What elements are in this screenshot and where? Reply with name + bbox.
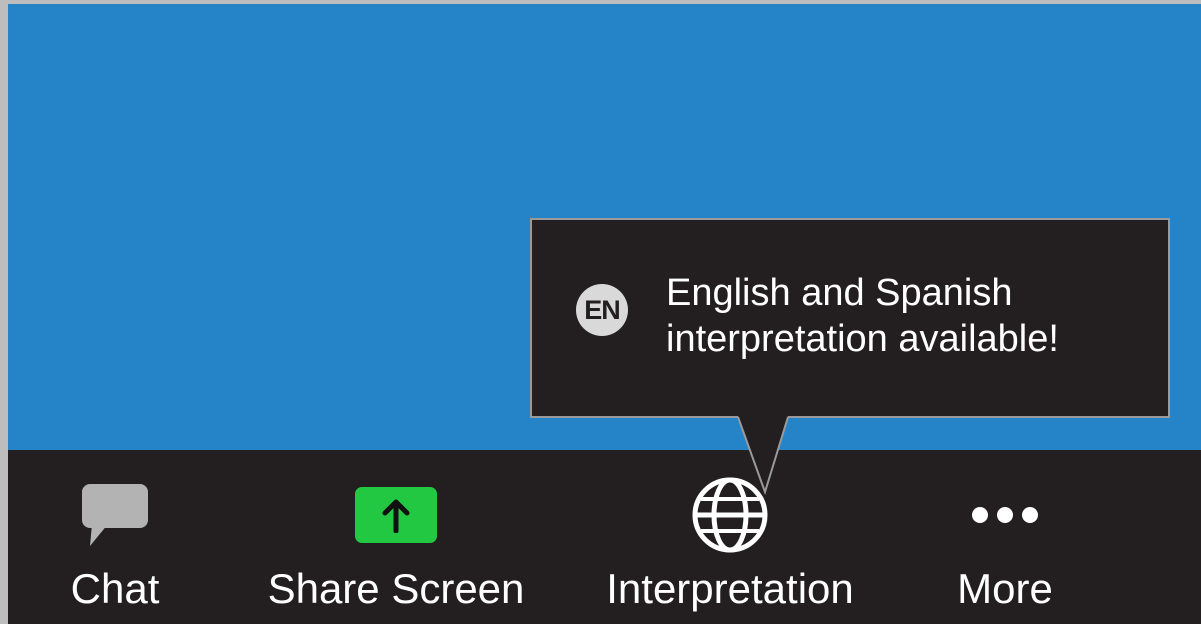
ellipsis-icon xyxy=(972,507,1038,523)
meeting-window: Chat Share Screen Interpretation More EN… xyxy=(0,0,1201,624)
share-screen-arrow-icon xyxy=(355,487,437,543)
interpretation-icon-wrap xyxy=(690,477,770,553)
share-screen-button[interactable]: Share Screen xyxy=(246,480,546,614)
more-icon-wrap xyxy=(970,480,1040,550)
chat-icon-wrap xyxy=(80,480,150,550)
tooltip-line-1: English and Spanish xyxy=(666,272,1013,314)
tooltip-line-2: interpretation available! xyxy=(666,318,1059,360)
meeting-toolbar: Chat Share Screen Interpretation More xyxy=(8,450,1201,624)
share-screen-label: Share Screen xyxy=(267,565,525,612)
chat-label: Chat xyxy=(70,565,160,612)
more-label: More xyxy=(957,565,1053,612)
interpretation-label: Interpretation xyxy=(606,565,854,612)
globe-icon xyxy=(692,477,768,553)
share-icon-wrap xyxy=(355,480,437,550)
chat-button[interactable]: Chat xyxy=(55,480,175,614)
chat-bubble-icon xyxy=(82,484,148,546)
interpretation-tooltip: EN English and Spanish interpretation av… xyxy=(530,218,1170,418)
more-button[interactable]: More xyxy=(930,480,1080,614)
language-badge-en: EN xyxy=(576,284,628,336)
tooltip-message: English and Spanish interpretation avail… xyxy=(666,270,1156,362)
interpretation-button[interactable]: Interpretation xyxy=(580,477,880,614)
